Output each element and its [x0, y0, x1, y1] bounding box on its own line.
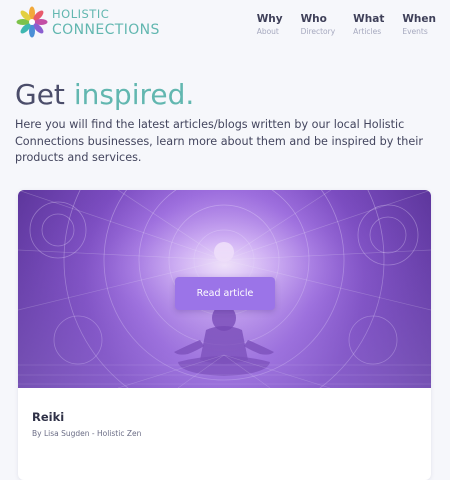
nav-item-why[interactable]: Why About: [257, 13, 283, 36]
nav-label: Why: [256, 13, 283, 25]
title-accent: inspired.: [73, 78, 195, 111]
article-card[interactable]: Read article Reiki By Lisa Sugden - Holi…: [18, 190, 431, 480]
hero-section: Get inspired. Here you will find the lat…: [15, 78, 435, 167]
nav-label: What: [353, 13, 385, 25]
page-description: Here you will find the latest articles/b…: [15, 117, 423, 165]
read-article-button[interactable]: Read article: [175, 277, 275, 310]
nav-item-when[interactable]: When Events: [402, 13, 436, 36]
nav-label: Who: [300, 13, 327, 25]
flower-logo-icon: [16, 6, 48, 38]
title-prefix: Get: [15, 78, 65, 111]
nav-label: When: [402, 13, 436, 25]
logo-text: HOLISTIC CONNECTIONS: [52, 7, 160, 38]
nav-sublabel: About: [256, 27, 279, 36]
main-nav: Why About Who Directory What Articles Wh…: [257, 13, 436, 36]
nav-sublabel: Events: [402, 27, 428, 36]
meditation-image[interactable]: Read article: [18, 190, 431, 388]
logo-line-1: HOLISTIC: [52, 7, 110, 21]
site-header: HOLISTIC CONNECTIONS Why About Who Direc…: [0, 0, 450, 54]
nav-item-what[interactable]: What Articles: [353, 13, 384, 36]
logo-line-2: CONNECTIONS: [52, 21, 160, 38]
article-title[interactable]: Reiki: [32, 410, 64, 424]
logo[interactable]: HOLISTIC CONNECTIONS: [16, 6, 159, 40]
nav-sublabel: Articles: [353, 27, 382, 36]
article-author: By Lisa Sugden - Holistic Zen: [32, 429, 142, 438]
nav-item-who[interactable]: Who Directory: [301, 13, 336, 36]
nav-sublabel: Directory: [300, 27, 336, 36]
page-title: Get inspired.: [15, 78, 435, 111]
